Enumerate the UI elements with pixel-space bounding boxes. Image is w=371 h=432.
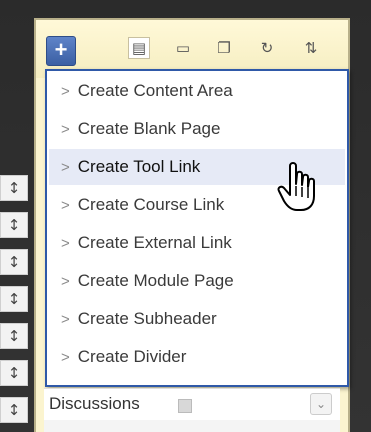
sort-icon[interactable]: ⇅ bbox=[300, 37, 322, 59]
chevron-right-icon: > bbox=[61, 158, 70, 176]
menu-item-label: Create Blank Page bbox=[77, 119, 221, 138]
chevron-right-icon: > bbox=[61, 310, 70, 328]
chevron-right-icon: > bbox=[61, 348, 70, 366]
chevron-right-icon: > bbox=[61, 82, 70, 100]
reorder-handle-icon[interactable]: ↕ bbox=[0, 397, 28, 423]
chevron-right-icon: > bbox=[61, 120, 70, 138]
hand-cursor-icon bbox=[277, 162, 315, 211]
menu-item-create-content-area[interactable]: > Create Content Area bbox=[49, 73, 345, 109]
add-menu-item-button[interactable]: + bbox=[46, 36, 76, 66]
reorder-handle-icon[interactable]: ↕ bbox=[0, 212, 28, 238]
menu-item-label: Create Content Area bbox=[77, 81, 233, 100]
course-menu-item-discussions[interactable]: Discussions ⌄ bbox=[44, 388, 340, 420]
menu-item-label: Create Tool Link bbox=[77, 157, 201, 176]
chevron-right-icon: > bbox=[61, 196, 70, 214]
refresh-icon[interactable]: ↻ bbox=[256, 37, 278, 59]
menu-item-label: Create Course Link bbox=[77, 195, 225, 214]
reorder-handle-icon[interactable]: ↕ bbox=[0, 175, 28, 201]
menu-item-label: Create Module Page bbox=[77, 271, 234, 290]
reorder-handle-icon[interactable]: ↕ bbox=[0, 286, 28, 312]
menu-item-label: Create External Link bbox=[77, 233, 232, 252]
menu-item-create-divider[interactable]: > Create Divider bbox=[49, 339, 345, 375]
chevron-down-icon[interactable]: ⌄ bbox=[310, 393, 332, 415]
menu-item-create-blank-page[interactable]: > Create Blank Page bbox=[49, 111, 345, 147]
tool-icon bbox=[178, 399, 192, 413]
chevron-right-icon: > bbox=[61, 234, 70, 252]
chevron-right-icon: > bbox=[61, 272, 70, 290]
menu-item-label: Create Subheader bbox=[77, 309, 217, 328]
create-menu-dropdown: > Create Content Area > Create Blank Pag… bbox=[45, 69, 349, 387]
menu-item-create-external-link[interactable]: > Create External Link bbox=[49, 225, 345, 261]
list-view-icon[interactable]: ▤ bbox=[128, 37, 150, 59]
folder-icon[interactable]: ▭ bbox=[172, 37, 194, 59]
reorder-handle-icon[interactable]: ↕ bbox=[0, 249, 28, 275]
menu-item-label: Create Divider bbox=[77, 347, 187, 366]
menu-item-create-subheader[interactable]: > Create Subheader bbox=[49, 301, 345, 337]
reorder-handle-icon[interactable]: ↕ bbox=[0, 323, 28, 349]
windows-icon[interactable]: ❐ bbox=[213, 37, 235, 59]
menu-item-create-module-page[interactable]: > Create Module Page bbox=[49, 263, 345, 299]
menu-item-label: Discussions bbox=[49, 394, 140, 413]
course-menu-item-partial bbox=[44, 420, 340, 432]
reorder-handle-icon[interactable]: ↕ bbox=[0, 360, 28, 386]
